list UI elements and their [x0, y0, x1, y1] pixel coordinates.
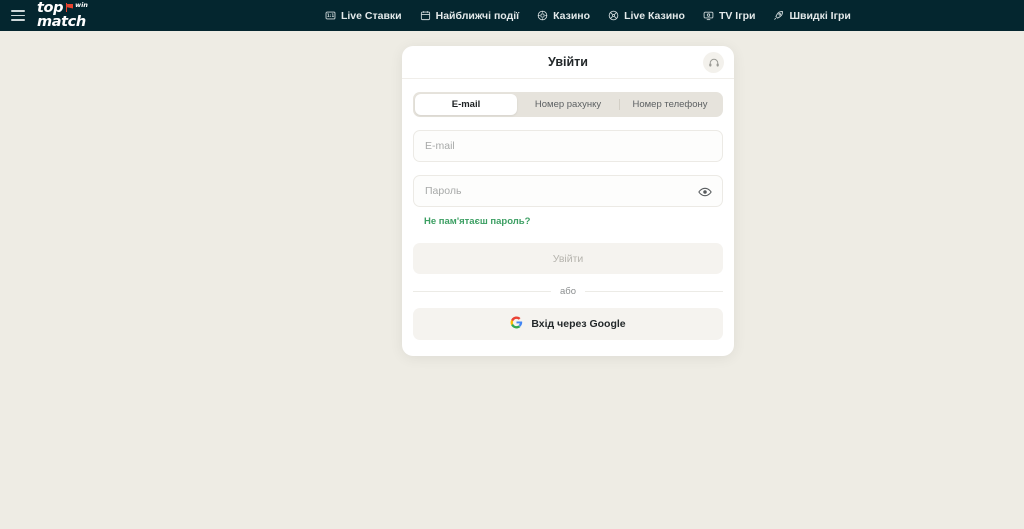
logo-badge: win — [75, 2, 88, 8]
nav-item-live-casino[interactable]: Live Казино — [608, 10, 685, 22]
nav-label: Найближчі події — [436, 10, 520, 22]
nav-item-casino[interactable]: Казино — [537, 10, 590, 22]
password-input[interactable] — [414, 176, 722, 206]
tab-phone-number[interactable]: Номер телефону — [619, 94, 721, 115]
hamburger-menu-icon[interactable] — [11, 10, 25, 21]
logo-line-2: match — [37, 16, 88, 29]
nav-label: TV Ігри — [719, 10, 756, 22]
svg-text:1:1: 1:1 — [327, 13, 335, 18]
live-casino-icon — [608, 10, 619, 21]
modal-header: Увійти — [402, 46, 734, 79]
tv-icon — [703, 10, 714, 21]
login-submit-button[interactable]: Увійти — [413, 243, 723, 274]
login-method-tabs: E-mail Номер рахунку Номер телефону — [413, 92, 723, 117]
nav-item-fast-games[interactable]: Швидкі Ігри — [773, 10, 850, 22]
google-login-label: Вхід через Google — [531, 318, 625, 330]
support-headset-icon[interactable] — [703, 52, 724, 73]
burger-line — [11, 15, 25, 17]
nav-label: Швидкі Ігри — [789, 10, 850, 22]
nav-item-upcoming-events[interactable]: Найближчі події — [420, 10, 520, 22]
nav-label: Live Казино — [624, 10, 685, 22]
login-modal: Увійти E-mail Номер рахунку Номер телефо… — [402, 46, 734, 356]
top-navigation-bar: top win match 1:1 Live Ставки Найбл — [0, 0, 1024, 31]
calendar-icon — [420, 10, 431, 21]
divider-label: або — [560, 286, 576, 297]
main-nav: 1:1 Live Ставки Найближчі події — [325, 10, 851, 22]
tab-email[interactable]: E-mail — [415, 94, 517, 115]
email-input[interactable] — [414, 131, 722, 161]
modal-body: E-mail Номер рахунку Номер телефону Не п… — [402, 79, 734, 356]
nav-item-tv-games[interactable]: TV Ігри — [703, 10, 756, 22]
password-field-wrapper — [413, 175, 723, 207]
scoreboard-icon: 1:1 — [325, 10, 336, 21]
tab-label: Номер телефону — [632, 99, 707, 110]
burger-line — [11, 10, 25, 12]
burger-line — [11, 19, 25, 21]
page-title: Увійти — [548, 55, 588, 69]
email-field-wrapper — [413, 130, 723, 162]
nav-label: Live Ставки — [341, 10, 402, 22]
google-login-button[interactable]: Вхід через Google — [413, 308, 723, 340]
google-icon — [510, 316, 523, 332]
nav-label: Казино — [553, 10, 590, 22]
divider: або — [413, 286, 723, 297]
eye-icon[interactable] — [696, 183, 713, 200]
tab-label: E-mail — [452, 99, 481, 110]
nav-item-live-bets[interactable]: 1:1 Live Ставки — [325, 10, 402, 22]
tab-label: Номер рахунку — [535, 99, 601, 110]
tab-account-number[interactable]: Номер рахунку — [517, 94, 619, 115]
rocket-icon — [773, 10, 784, 21]
logo-flag-icon — [65, 3, 74, 12]
forgot-password-link[interactable]: Не пам'ятаєш пароль? — [424, 216, 723, 227]
casino-chip-icon — [537, 10, 548, 21]
site-logo[interactable]: top win match — [37, 2, 88, 29]
